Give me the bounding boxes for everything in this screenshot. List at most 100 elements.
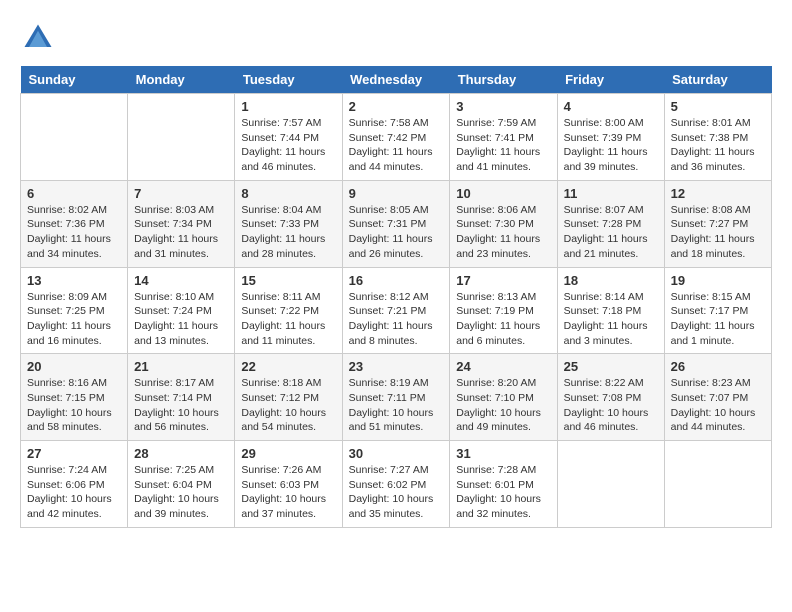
day-info: Sunrise: 8:00 AMSunset: 7:39 PMDaylight:… <box>564 116 658 175</box>
day-info: Sunrise: 8:03 AMSunset: 7:34 PMDaylight:… <box>134 203 228 262</box>
day-number: 8 <box>241 186 335 201</box>
day-info: Sunrise: 7:28 AMSunset: 6:01 PMDaylight:… <box>456 463 550 522</box>
day-info: Sunrise: 8:02 AMSunset: 7:36 PMDaylight:… <box>27 203 121 262</box>
calendar-cell: 23 Sunrise: 8:19 AMSunset: 7:11 PMDayligh… <box>342 354 450 441</box>
day-number: 28 <box>134 446 228 461</box>
day-number: 7 <box>134 186 228 201</box>
day-info: Sunrise: 8:06 AMSunset: 7:30 PMDaylight:… <box>456 203 550 262</box>
day-number: 14 <box>134 273 228 288</box>
day-number: 25 <box>564 359 658 374</box>
calendar-cell: 12 Sunrise: 8:08 AMSunset: 7:27 PMDayligh… <box>664 180 771 267</box>
calendar-cell <box>21 94 128 181</box>
day-header-saturday: Saturday <box>664 66 771 94</box>
day-header-friday: Friday <box>557 66 664 94</box>
day-info: Sunrise: 8:10 AMSunset: 7:24 PMDaylight:… <box>134 290 228 349</box>
day-number: 16 <box>349 273 444 288</box>
day-info: Sunrise: 7:27 AMSunset: 6:02 PMDaylight:… <box>349 463 444 522</box>
calendar-cell: 2 Sunrise: 7:58 AMSunset: 7:42 PMDaylight… <box>342 94 450 181</box>
calendar-cell: 9Sunrise: 8:05 AMSunset: 7:31 PMDaylight… <box>342 180 450 267</box>
calendar-cell: 22 Sunrise: 8:18 AMSunset: 7:12 PMDayligh… <box>235 354 342 441</box>
day-info: Sunrise: 8:08 AMSunset: 7:27 PMDaylight:… <box>671 203 765 262</box>
day-info: Sunrise: 8:11 AMSunset: 7:22 PMDaylight:… <box>241 290 335 349</box>
day-info: Sunrise: 8:19 AMSunset: 7:11 PMDaylight:… <box>349 376 444 435</box>
day-number: 4 <box>564 99 658 114</box>
day-number: 12 <box>671 186 765 201</box>
day-number: 27 <box>27 446 121 461</box>
day-number: 6 <box>27 186 121 201</box>
day-number: 1 <box>241 99 335 114</box>
calendar-header-row: SundayMondayTuesdayWednesdayThursdayFrid… <box>21 66 772 94</box>
day-number: 18 <box>564 273 658 288</box>
day-number: 29 <box>241 446 335 461</box>
day-info: Sunrise: 8:12 AMSunset: 7:21 PMDaylight:… <box>349 290 444 349</box>
day-info: Sunrise: 8:14 AMSunset: 7:18 PMDaylight:… <box>564 290 658 349</box>
day-info: Sunrise: 8:13 AMSunset: 7:19 PMDaylight:… <box>456 290 550 349</box>
calendar-cell: 3 Sunrise: 7:59 AMSunset: 7:41 PMDaylight… <box>450 94 557 181</box>
calendar-cell: 14 Sunrise: 8:10 AMSunset: 7:24 PMDayligh… <box>128 267 235 354</box>
calendar-table: SundayMondayTuesdayWednesdayThursdayFrid… <box>20 66 772 528</box>
calendar-cell: 25 Sunrise: 8:22 AMSunset: 7:08 PMDayligh… <box>557 354 664 441</box>
calendar-cell <box>664 441 771 528</box>
calendar-cell: 16 Sunrise: 8:12 AMSunset: 7:21 PMDayligh… <box>342 267 450 354</box>
calendar-week-row: 1 Sunrise: 7:57 AMSunset: 7:44 PMDaylight… <box>21 94 772 181</box>
logo-icon <box>20 20 56 56</box>
calendar-cell: 5Sunrise: 8:01 AMSunset: 7:38 PMDaylight… <box>664 94 771 181</box>
calendar-cell: 21Sunrise: 8:17 AMSunset: 7:14 PMDayligh… <box>128 354 235 441</box>
day-info: Sunrise: 8:16 AMSunset: 7:15 PMDaylight:… <box>27 376 121 435</box>
calendar-cell: 30 Sunrise: 7:27 AMSunset: 6:02 PMDayligh… <box>342 441 450 528</box>
day-number: 9 <box>349 186 444 201</box>
day-number: 11 <box>564 186 658 201</box>
day-info: Sunrise: 8:20 AMSunset: 7:10 PMDaylight:… <box>456 376 550 435</box>
calendar-cell: 15Sunrise: 8:11 AMSunset: 7:22 PMDayligh… <box>235 267 342 354</box>
day-number: 26 <box>671 359 765 374</box>
day-info: Sunrise: 8:18 AMSunset: 7:12 PMDaylight:… <box>241 376 335 435</box>
day-number: 31 <box>456 446 550 461</box>
calendar-cell: 13 Sunrise: 8:09 AMSunset: 7:25 PMDayligh… <box>21 267 128 354</box>
day-info: Sunrise: 8:15 AMSunset: 7:17 PMDaylight:… <box>671 290 765 349</box>
page-header <box>20 20 772 56</box>
day-info: Sunrise: 8:23 AMSunset: 7:07 PMDaylight:… <box>671 376 765 435</box>
day-number: 13 <box>27 273 121 288</box>
calendar-cell: 11 Sunrise: 8:07 AMSunset: 7:28 PMDayligh… <box>557 180 664 267</box>
day-number: 23 <box>349 359 444 374</box>
day-info: Sunrise: 7:59 AMSunset: 7:41 PMDaylight:… <box>456 116 550 175</box>
day-number: 19 <box>671 273 765 288</box>
day-header-sunday: Sunday <box>21 66 128 94</box>
calendar-week-row: 27 Sunrise: 7:24 AMSunset: 6:06 PMDayligh… <box>21 441 772 528</box>
day-number: 2 <box>349 99 444 114</box>
day-number: 24 <box>456 359 550 374</box>
day-info: Sunrise: 7:26 AMSunset: 6:03 PMDaylight:… <box>241 463 335 522</box>
calendar-cell: 26 Sunrise: 8:23 AMSunset: 7:07 PMDayligh… <box>664 354 771 441</box>
calendar-cell: 6 Sunrise: 8:02 AMSunset: 7:36 PMDaylight… <box>21 180 128 267</box>
logo <box>20 20 60 56</box>
day-info: Sunrise: 7:58 AMSunset: 7:42 PMDaylight:… <box>349 116 444 175</box>
day-header-thursday: Thursday <box>450 66 557 94</box>
day-header-tuesday: Tuesday <box>235 66 342 94</box>
day-info: Sunrise: 7:24 AMSunset: 6:06 PMDaylight:… <box>27 463 121 522</box>
day-info: Sunrise: 8:22 AMSunset: 7:08 PMDaylight:… <box>564 376 658 435</box>
day-header-wednesday: Wednesday <box>342 66 450 94</box>
calendar-cell <box>557 441 664 528</box>
day-number: 30 <box>349 446 444 461</box>
day-header-monday: Monday <box>128 66 235 94</box>
calendar-cell: 28 Sunrise: 7:25 AMSunset: 6:04 PMDayligh… <box>128 441 235 528</box>
calendar-week-row: 13 Sunrise: 8:09 AMSunset: 7:25 PMDayligh… <box>21 267 772 354</box>
day-info: Sunrise: 7:25 AMSunset: 6:04 PMDaylight:… <box>134 463 228 522</box>
calendar-cell: 24 Sunrise: 8:20 AMSunset: 7:10 PMDayligh… <box>450 354 557 441</box>
calendar-cell: 18 Sunrise: 8:14 AMSunset: 7:18 PMDayligh… <box>557 267 664 354</box>
day-number: 20 <box>27 359 121 374</box>
day-info: Sunrise: 8:09 AMSunset: 7:25 PMDaylight:… <box>27 290 121 349</box>
day-number: 3 <box>456 99 550 114</box>
calendar-cell: 20 Sunrise: 8:16 AMSunset: 7:15 PMDayligh… <box>21 354 128 441</box>
day-info: Sunrise: 8:07 AMSunset: 7:28 PMDaylight:… <box>564 203 658 262</box>
day-number: 22 <box>241 359 335 374</box>
calendar-cell: 31 Sunrise: 7:28 AMSunset: 6:01 PMDayligh… <box>450 441 557 528</box>
calendar-cell: 29 Sunrise: 7:26 AMSunset: 6:03 PMDayligh… <box>235 441 342 528</box>
day-number: 10 <box>456 186 550 201</box>
calendar-cell: 19 Sunrise: 8:15 AMSunset: 7:17 PMDayligh… <box>664 267 771 354</box>
calendar-cell: 8Sunrise: 8:04 AMSunset: 7:33 PMDaylight… <box>235 180 342 267</box>
calendar-cell: 10 Sunrise: 8:06 AMSunset: 7:30 PMDayligh… <box>450 180 557 267</box>
calendar-week-row: 20 Sunrise: 8:16 AMSunset: 7:15 PMDayligh… <box>21 354 772 441</box>
day-info: Sunrise: 7:57 AMSunset: 7:44 PMDaylight:… <box>241 116 335 175</box>
calendar-cell: 17Sunrise: 8:13 AMSunset: 7:19 PMDayligh… <box>450 267 557 354</box>
